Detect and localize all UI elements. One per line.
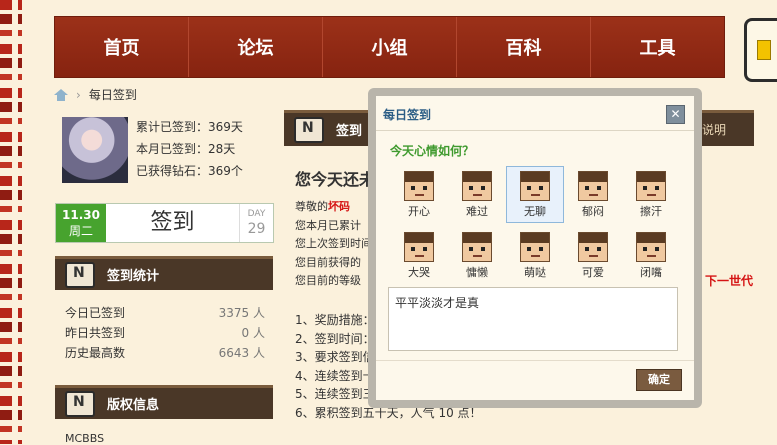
home-icon[interactable]	[54, 88, 68, 101]
mood-label: 开心	[408, 205, 430, 218]
stats-list: 今日已签到 3375 人 昨日共签到 0 人 历史最高数 6643 人	[65, 303, 265, 363]
stats-header: 签到统计	[55, 256, 273, 290]
lovely-face-icon	[578, 232, 608, 262]
mood-label: 萌哒	[524, 266, 546, 279]
breadcrumb-separator: ›	[76, 87, 81, 102]
stat-label: 今日已签到	[65, 306, 126, 320]
stat-value: 3375 人	[218, 306, 265, 320]
copyright-header: 版权信息	[55, 385, 273, 419]
info-line: 您目前获得的	[295, 255, 361, 269]
nav-home[interactable]: 首页	[55, 17, 189, 77]
mood-label: 闭嘴	[640, 266, 662, 279]
user-stats: 累计已签到：369天 本月已签到：28天 已获得钻石：369个	[136, 116, 243, 182]
nav-group[interactable]: 小组	[323, 17, 457, 77]
mood-option[interactable]: 慵懒	[448, 227, 506, 284]
mood-option[interactable]: 擦汗	[622, 166, 680, 223]
mood-option[interactable]: 开心	[390, 166, 448, 223]
stat-row: 今日已签到 3375 人	[65, 303, 265, 323]
date-badge: 11.30 周二	[56, 204, 106, 242]
mood-label: 慵懒	[466, 266, 488, 279]
speaker-icon[interactable]	[744, 18, 777, 82]
lazy-face-icon	[462, 232, 492, 262]
avatar[interactable]	[62, 117, 128, 183]
info-line: 您上次签到时间	[295, 237, 372, 250]
mood-option-selected[interactable]: 无聊	[506, 166, 564, 223]
stat-label: 历史最高数	[65, 346, 126, 360]
dialog-title: 每日签到	[383, 108, 432, 122]
close-icon[interactable]: ✕	[666, 105, 685, 124]
cute-face-icon	[520, 232, 550, 262]
crying-face-icon	[404, 232, 434, 262]
mood-message-textarea[interactable]: 平平淡淡才是真	[388, 287, 678, 351]
month-signed-text: 本月已签到：28天	[136, 142, 236, 156]
stat-value: 6643 人	[218, 346, 265, 360]
top-nav: 首页 论坛 小组 百科 工具	[54, 16, 725, 78]
breadcrumb: › 每日签到	[54, 86, 137, 103]
mood-option[interactable]: 可爱	[564, 227, 622, 284]
shut-mouth-face-icon	[636, 232, 666, 262]
mood-question: 今天心情如何？	[390, 144, 475, 158]
total-signed-text: 累计已签到：369天	[136, 120, 243, 134]
divider	[376, 130, 694, 131]
username-highlight[interactable]: 坏码	[328, 200, 350, 213]
day-number: 29	[247, 221, 266, 237]
section-logo-icon	[65, 390, 95, 417]
nav-tools[interactable]: 工具	[591, 17, 724, 77]
weekday-text: 周二	[68, 224, 93, 238]
nav-forum[interactable]: 论坛	[189, 17, 323, 77]
main-title: 您今天还未	[295, 170, 376, 189]
next-level-text: 下一世代	[705, 274, 754, 288]
stat-value: 0 人	[241, 326, 265, 340]
mood-option[interactable]: 萌哒	[506, 227, 564, 284]
bored-face-icon	[520, 171, 550, 201]
nav-wiki[interactable]: 百科	[457, 17, 591, 77]
mood-label: 大哭	[408, 266, 430, 279]
mood-label: 难过	[466, 205, 488, 218]
gloomy-face-icon	[578, 171, 608, 201]
mood-label: 无聊	[524, 205, 546, 218]
mood-option[interactable]: 闭嘴	[622, 227, 680, 284]
stat-row: 昨日共签到 0 人	[65, 323, 265, 343]
date-text: 11.30	[62, 208, 100, 222]
stats-title: 签到统计	[107, 269, 160, 284]
info-line: 您目前的等级	[295, 274, 361, 287]
info-line: 尊敬的坏码	[295, 198, 372, 217]
main-info-lines: 尊敬的坏码 您本月已累计 您上次签到时间 您目前获得的 您目前的等级	[295, 198, 372, 291]
day-label: DAY	[247, 209, 266, 219]
mood-option[interactable]: 难过	[448, 166, 506, 223]
sign-in-button[interactable]: 11.30 周二 签到 DAY 29	[55, 203, 274, 243]
diamonds-text: 已获得钻石：369个	[136, 164, 243, 178]
mood-label: 擦汗	[640, 205, 662, 218]
copyright-text: MCBBS	[65, 432, 105, 445]
info-line-text: 尊敬的	[295, 200, 328, 213]
info-line: 您本月已累计	[295, 218, 361, 232]
main-header-title: 签到	[336, 124, 363, 139]
stat-row: 历史最高数 6643 人	[65, 343, 265, 363]
mood-option[interactable]: 大哭	[390, 227, 448, 284]
mood-label: 郁闷	[582, 205, 604, 218]
mood-option[interactable]: 郁闷	[564, 166, 622, 223]
left-decor-border	[0, 0, 26, 444]
section-logo-icon	[294, 116, 324, 143]
divider	[376, 360, 694, 361]
confirm-button[interactable]: 确定	[636, 369, 682, 391]
stat-label: 昨日共签到	[65, 326, 126, 340]
day-counter: DAY 29	[239, 204, 273, 242]
sign-in-label: 签到	[150, 210, 195, 235]
mood-grid: 开心 难过 无聊 郁闷 擦汗 大哭 慵懒 萌哒 可爱 闭嘴	[390, 166, 690, 284]
sign-in-dialog: 每日签到 ✕ 今天心情如何？ 开心 难过 无聊 郁闷 擦汗 大哭 慵懒 萌哒 可…	[376, 96, 694, 400]
happy-face-icon	[404, 171, 434, 201]
section-logo-icon	[65, 261, 95, 288]
sweat-face-icon	[636, 171, 666, 201]
mood-label: 可爱	[582, 266, 604, 279]
breadcrumb-current: 每日签到	[88, 88, 137, 102]
copyright-title: 版权信息	[107, 398, 160, 413]
sad-face-icon	[462, 171, 492, 201]
